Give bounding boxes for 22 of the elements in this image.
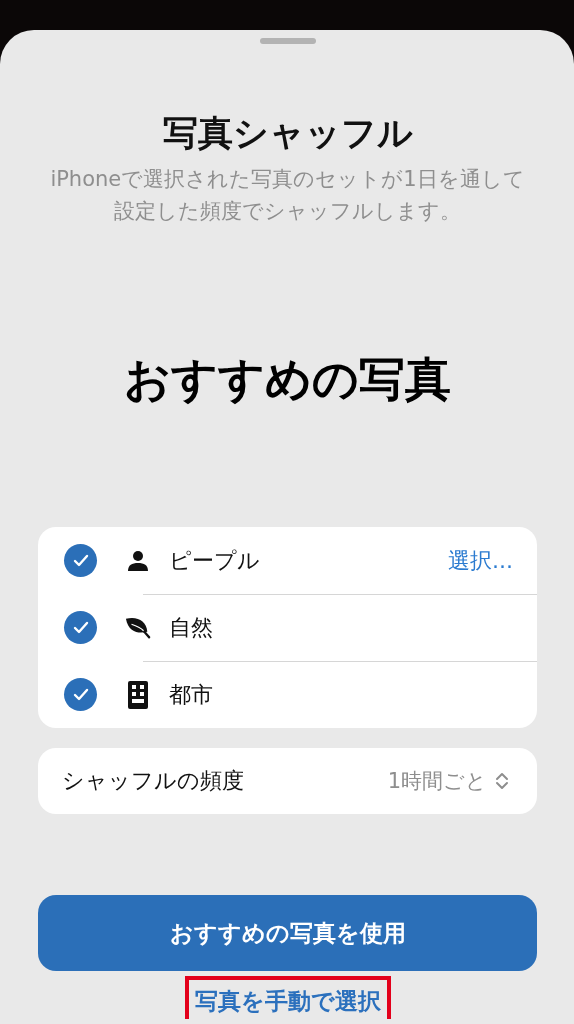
- use-recommended-button[interactable]: おすすめの写真を使用: [38, 895, 537, 971]
- person-icon: [127, 549, 149, 572]
- select-link[interactable]: 選択...: [448, 545, 513, 576]
- building-icon: [128, 680, 148, 709]
- chevron-updown-icon: [495, 771, 509, 791]
- sheet-description: iPhoneで選択された写真のセットが1日を通して設定した頻度でシャッフルします。: [49, 166, 526, 225]
- checkbox[interactable]: [64, 678, 97, 711]
- checkmark-icon: [72, 620, 89, 635]
- manual-select-link[interactable]: 写真を手動で選択: [184, 976, 391, 1019]
- checkbox[interactable]: [64, 544, 97, 577]
- section-heading: おすすめの写真: [124, 351, 451, 408]
- checkbox[interactable]: [64, 611, 97, 644]
- frequency-picker[interactable]: 1時間ごと: [387, 767, 509, 795]
- checkmark-icon: [72, 553, 89, 568]
- sheet-handle[interactable]: [259, 38, 316, 44]
- leaf-icon: [125, 615, 151, 640]
- sheet-title: 写真シャッフル: [162, 112, 413, 155]
- category-label: 都市: [169, 680, 214, 709]
- category-label: ピープル: [169, 546, 261, 575]
- frequency-label: シャッフルの頻度: [62, 767, 245, 795]
- checkmark-icon: [72, 687, 89, 702]
- category-label: 自然: [169, 613, 214, 642]
